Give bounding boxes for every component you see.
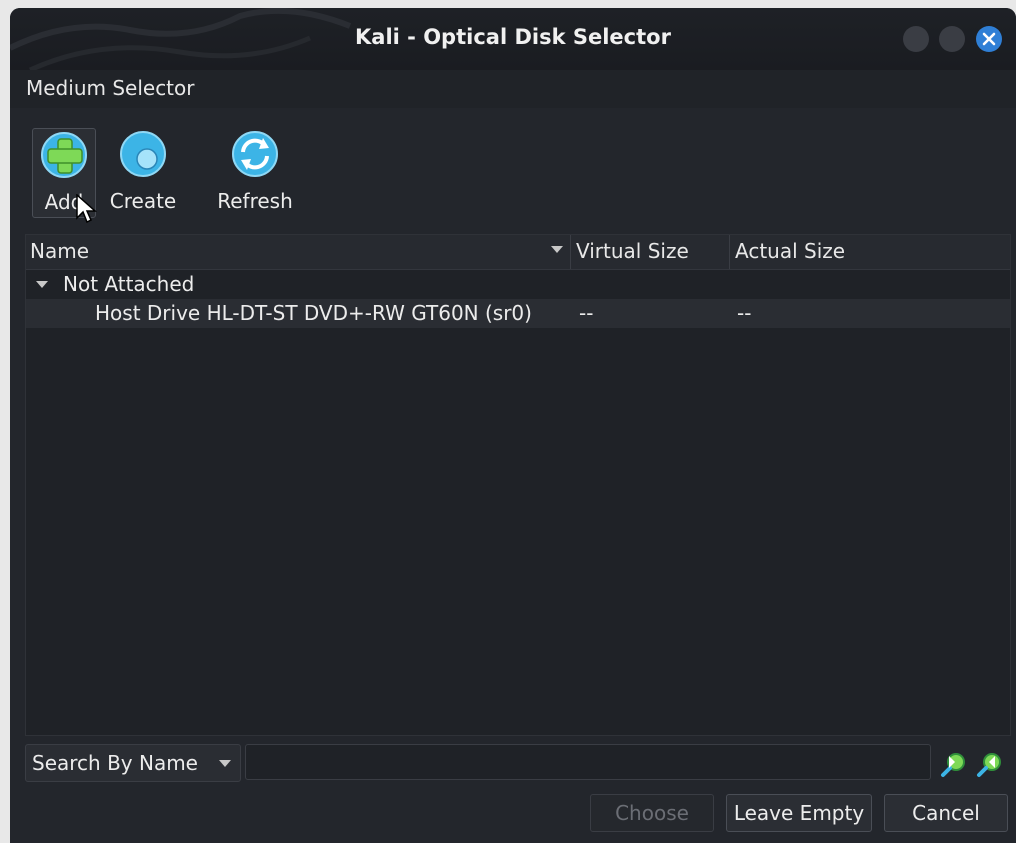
disk-create-icon [120, 131, 166, 177]
leave-empty-button[interactable]: Leave Empty [726, 794, 872, 832]
tree-group-not-attached[interactable]: Not Attached [26, 270, 1010, 299]
maximize-button[interactable] [939, 26, 965, 52]
refresh-button-label: Refresh [217, 189, 293, 213]
refresh-icon [232, 131, 278, 177]
column-header-actual-size[interactable]: Actual Size [735, 239, 845, 263]
search-mode-dropdown[interactable]: Search By Name [25, 744, 241, 782]
create-button[interactable]: Create [106, 128, 180, 216]
search-mode-value: Search By Name [32, 751, 198, 775]
expand-arrow-icon[interactable] [36, 281, 48, 288]
menu-bar: Medium Selector [10, 70, 1016, 108]
refresh-button[interactable]: Refresh [210, 128, 300, 216]
toolbar: Add Create Refresh [10, 108, 1016, 228]
search-next-icon[interactable] [976, 750, 1004, 778]
disk-add-icon [41, 132, 87, 178]
mouse-cursor-icon [76, 194, 97, 224]
sort-arrow-icon [551, 246, 563, 253]
create-button-label: Create [109, 189, 177, 213]
window-title: Kali - Optical Disk Selector [355, 25, 671, 49]
medium-virtual-size: -- [579, 301, 594, 325]
search-input[interactable] [245, 744, 931, 780]
cancel-button[interactable]: Cancel [884, 794, 1008, 832]
title-bar[interactable]: Kali - Optical Disk Selector [10, 8, 1016, 70]
group-label: Not Attached [63, 272, 195, 296]
column-header-name[interactable]: Name [30, 239, 89, 263]
medium-name: Host Drive HL-DT-ST DVD+-RW GT60N (sr0) [95, 301, 532, 325]
minimize-button[interactable] [903, 26, 929, 52]
column-header-virtual-size[interactable]: Virtual Size [576, 239, 689, 263]
search-bar: Search By Name [25, 744, 1009, 784]
medium-tree-view[interactable]: Name Virtual Size Actual Size Not Attach… [25, 234, 1011, 736]
menu-medium-selector[interactable]: Medium Selector [26, 76, 195, 100]
tree-row-host-drive[interactable]: Host Drive HL-DT-ST DVD+-RW GT60N (sr0) … [26, 299, 1010, 328]
column-separator[interactable] [729, 235, 730, 269]
choose-button[interactable]: Choose [590, 794, 714, 832]
menu-medium-selector-label: Medium Selector [26, 76, 195, 100]
optical-disk-selector-window: Kali - Optical Disk Selector Medium Sele… [10, 8, 1016, 843]
chevron-down-icon [219, 760, 231, 767]
close-icon [982, 32, 996, 46]
column-separator[interactable] [570, 235, 571, 269]
search-prev-icon[interactable] [940, 750, 968, 778]
close-button[interactable] [976, 26, 1002, 52]
tree-header: Name Virtual Size Actual Size [26, 235, 1010, 270]
medium-actual-size: -- [737, 301, 752, 325]
